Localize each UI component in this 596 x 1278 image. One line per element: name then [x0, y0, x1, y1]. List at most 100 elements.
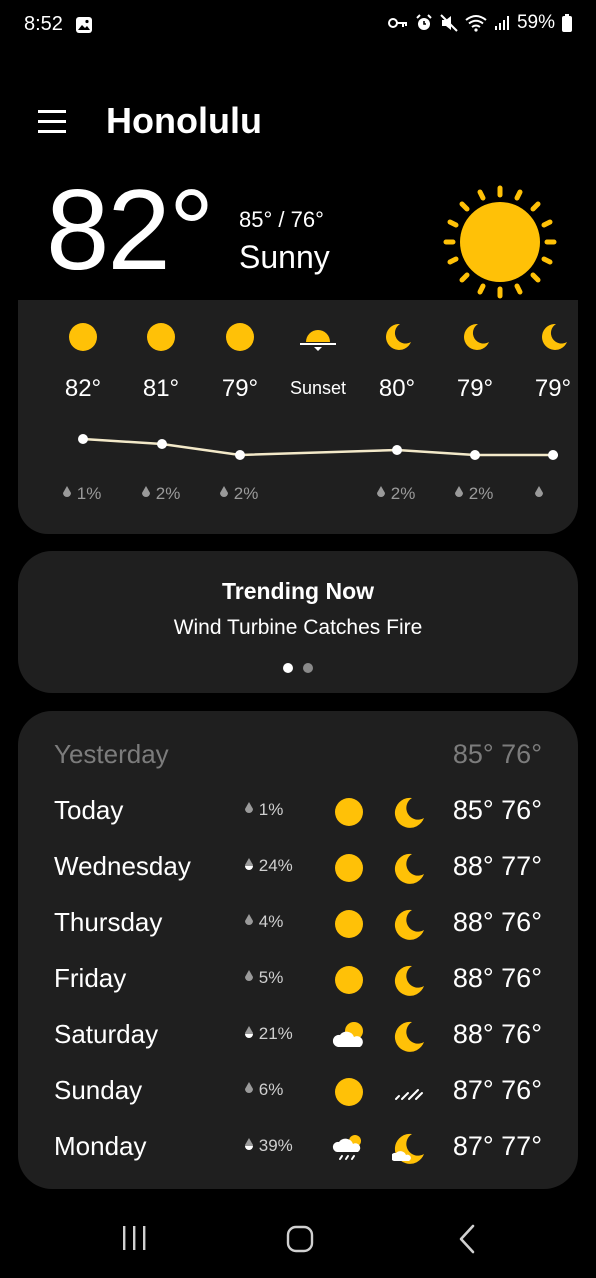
daily-row[interactable]: Thursday 4% 88° 76° — [18, 895, 578, 951]
sun-icon — [335, 966, 363, 994]
graph-point — [548, 450, 558, 460]
sun-icon — [69, 323, 97, 351]
rain-cloud-icon — [332, 1135, 361, 1160]
hour-temp: 79° — [456, 375, 494, 402]
current-condition: Sunny — [239, 239, 330, 275]
daily-row[interactable]: Sunday 6% 87° 76° — [18, 1063, 578, 1119]
sun-icon — [335, 910, 363, 938]
drop-icon — [245, 970, 253, 981]
moon-icon — [394, 909, 424, 940]
sun-icon — [147, 323, 175, 351]
signal-icon — [494, 16, 509, 30]
day-name: Friday — [54, 963, 127, 993]
day-precip: 6% — [244, 1080, 283, 1100]
day-precip: 5% — [244, 968, 283, 988]
trending-title: Trending Now — [221, 578, 375, 604]
day-precip: 24% — [244, 856, 293, 876]
day-temps: 87° 76° — [452, 1075, 542, 1105]
battery-percent: 59% — [516, 12, 555, 33]
sun-icon — [335, 1078, 363, 1106]
drop-half-icon — [245, 1026, 253, 1038]
menu-icon[interactable] — [38, 109, 66, 135]
sun-icon — [226, 323, 254, 351]
home-button[interactable] — [286, 1225, 314, 1253]
key-icon — [387, 18, 407, 28]
drop-icon — [455, 486, 463, 497]
daily-row[interactable]: Monday 39% 87° 77° — [18, 1119, 578, 1175]
back-button[interactable] — [456, 1224, 478, 1254]
graph-point — [157, 439, 167, 449]
status-time: 8:52 — [24, 13, 63, 35]
daily-row[interactable]: Friday 5% 88° 76° — [18, 951, 578, 1007]
hour-precip: 2% — [141, 484, 180, 504]
mute-icon — [440, 14, 458, 32]
day-precip: 4% — [244, 912, 283, 932]
moon-icon — [386, 323, 411, 350]
city-title[interactable]: Honolulu — [106, 100, 262, 142]
hourly-forecast-card[interactable]: 82° 81° 79° Sunset 80° 79° 79° 1% 2% 2% … — [18, 300, 578, 534]
hour-temp: 79° — [534, 375, 572, 402]
hour-precip: 2% — [376, 484, 415, 504]
drop-icon — [220, 486, 228, 497]
sun-icon — [335, 798, 363, 826]
daily-row[interactable]: Wednesday 24% 88° 77° — [18, 839, 578, 895]
carousel-dot-active[interactable] — [283, 663, 293, 673]
hour-sunset-label: Sunset — [289, 378, 347, 398]
day-name: Thursday — [54, 907, 163, 937]
day-temps: 88° 76° — [452, 1019, 542, 1049]
hour-temp: 80° — [378, 375, 416, 402]
day-name: Today — [54, 795, 124, 825]
drop-icon — [245, 1082, 253, 1093]
sun-icon — [443, 185, 557, 299]
drop-icon — [535, 486, 543, 497]
partly-cloudy-icon — [332, 1022, 363, 1047]
drop-icon — [245, 914, 253, 925]
hour-precip: 2% — [454, 484, 493, 504]
day-name: Wednesday — [54, 851, 191, 881]
gallery-notification-icon — [76, 17, 92, 33]
day-precip: 21% — [244, 1024, 293, 1044]
graph-point — [470, 450, 480, 460]
day-precip: 1% — [244, 800, 283, 820]
hour-temp: 82° — [64, 375, 102, 402]
moon-icon — [394, 853, 424, 884]
day-name: Sunday — [54, 1075, 143, 1105]
wind-icon — [395, 1089, 423, 1100]
daily-row[interactable]: Today 1% 85° 76° — [18, 783, 578, 839]
hour-precip: 1% — [62, 484, 101, 504]
hour-temp: 81° — [142, 375, 180, 402]
daily-row[interactable]: Saturday 21% 88° 76° — [18, 1007, 578, 1063]
status-icons: 59% — [387, 12, 572, 34]
current-temperature: 82° — [46, 167, 214, 294]
drop-icon — [142, 486, 150, 497]
trending-headline[interactable]: Wind Turbine Catches Fire — [0, 616, 596, 640]
graph-point — [235, 450, 245, 460]
wifi-icon — [465, 15, 487, 32]
hour-temp: 79° — [221, 375, 259, 402]
moon-icon — [394, 965, 424, 996]
drop-half-icon — [245, 1138, 253, 1150]
alarm-icon — [416, 14, 432, 30]
moon-icon — [464, 323, 489, 350]
day-precip: 39% — [244, 1136, 293, 1156]
daily-row-yesterday[interactable]: Yesterday 85° 76° — [18, 727, 578, 783]
day-temps: 85° 76° — [452, 795, 542, 825]
drop-icon — [63, 486, 71, 497]
hi-lo-temperature: 85° / 76° — [239, 207, 324, 232]
battery-icon — [562, 14, 572, 32]
sunset-icon — [300, 330, 336, 351]
recent-apps-button[interactable] — [121, 1226, 147, 1250]
sun-icon — [335, 854, 363, 882]
hourly-temp-graph — [78, 434, 558, 460]
day-temps: 88° 76° — [452, 907, 542, 937]
day-temps: 88° 77° — [452, 851, 542, 881]
day-temps: 88° 76° — [452, 963, 542, 993]
carousel-dot[interactable] — [303, 663, 313, 673]
day-name: Yesterday — [54, 739, 169, 769]
moon-icon — [394, 1021, 424, 1052]
drop-icon — [377, 486, 385, 497]
moon-icon — [394, 797, 424, 828]
day-temps: 87° 77° — [452, 1131, 542, 1161]
day-name: Saturday — [54, 1019, 159, 1049]
drop-icon — [245, 802, 253, 813]
